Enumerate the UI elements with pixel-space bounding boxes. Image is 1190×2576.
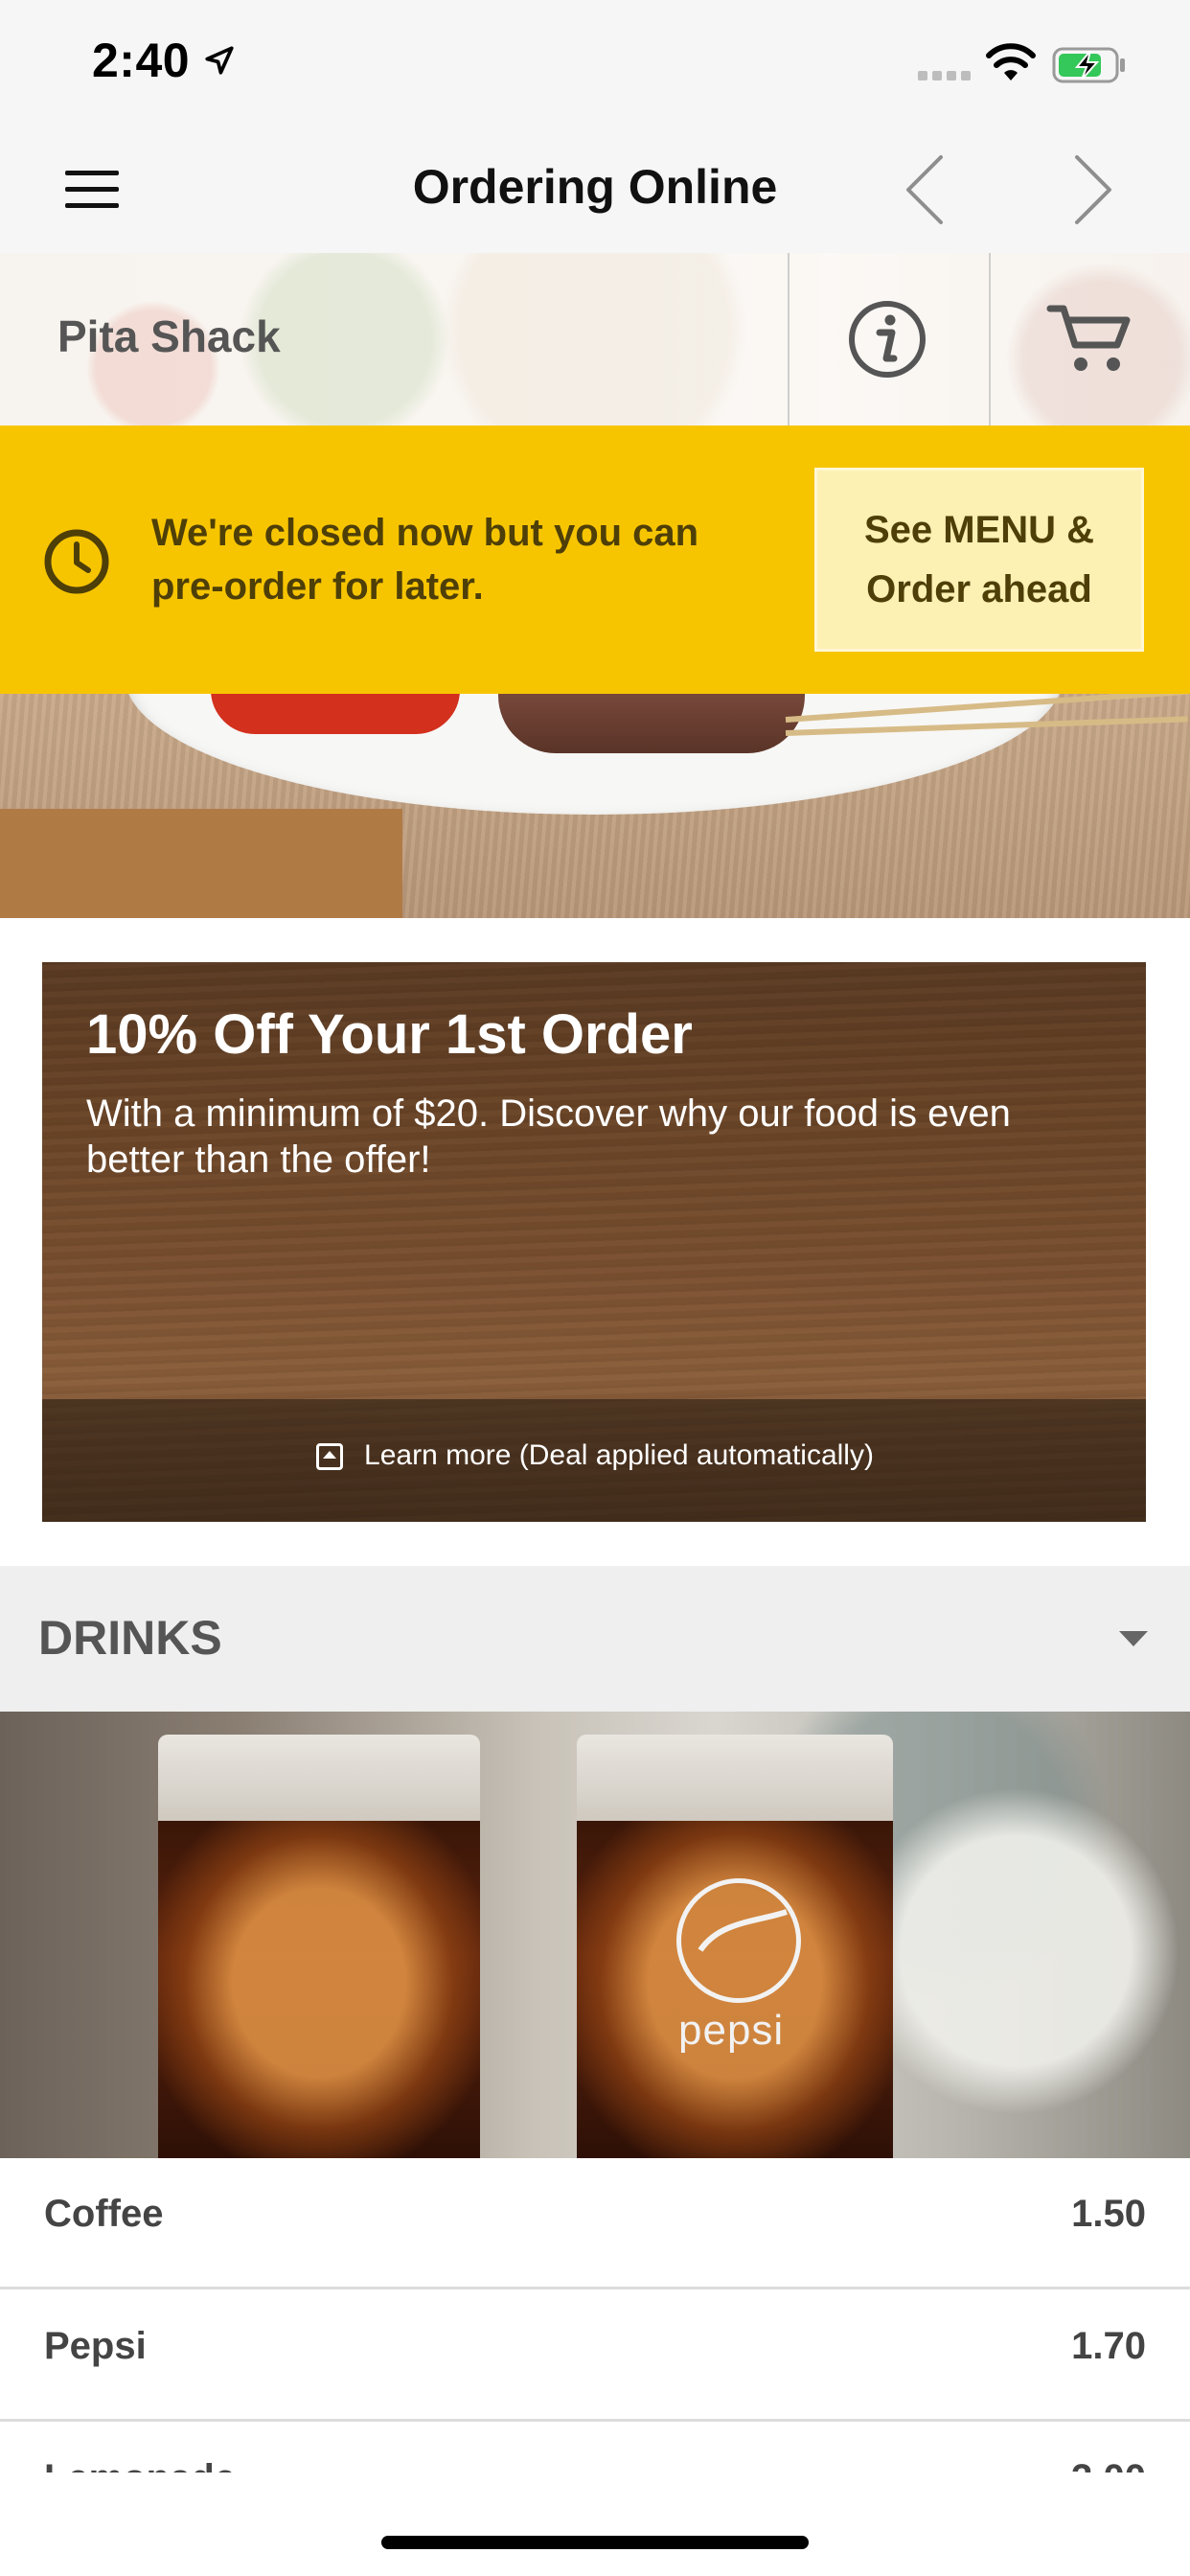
info-icon[interactable] [847,299,927,380]
menu-item-row[interactable] [0,2158,1190,2288]
learn-more-link[interactable]: Learn more (Deal applied automatically) [0,1439,1190,1472]
menu-item-name: Coffee [44,2193,164,2235]
kebab [498,686,805,753]
menu-item-price: 1.70 [1071,2325,1146,2367]
home-indicator[interactable] [381,2536,809,2549]
pepsi-logo-icon [676,1878,801,2003]
status-time: 2:40 [92,34,191,87]
header-divider [989,253,991,426]
menu-item-price: 1.50 [1071,2193,1146,2235]
pepsi-wordmark: pepsi [678,2007,785,2054]
button-label-line1: See MENU & [863,509,1095,551]
restaurant-name: Pita Shack [57,311,281,361]
row-divider [0,2287,1190,2289]
closed-message: We're closed now but you can pre-order f… [151,512,699,608]
shopping-cart-icon[interactable] [1046,301,1133,376]
menu-item-row[interactable] [0,2290,1190,2421]
menu-item-name: Pepsi [44,2325,147,2367]
tomato-slice [211,690,460,734]
back-arrow-icon[interactable] [899,151,952,228]
promo-description: With a minimum of $20. Discover why our … [86,1092,1011,1181]
bottom-safe-area [0,2472,1190,2576]
expand-up-icon [316,1443,344,1470]
location-arrow-icon [205,46,234,75]
see-menu-order-ahead-button[interactable]: See MENU & Order ahead [814,468,1144,652]
category-title: DRINKS [38,1611,222,1665]
chevron-down-icon[interactable] [1119,1631,1148,1646]
button-label-line2: Order ahead [866,568,1092,610]
promo-title: 10% Off Your 1st Order [86,1003,693,1066]
clock-icon [44,529,109,594]
wifi-icon [986,43,1036,80]
battery-charging-icon [1052,47,1125,83]
cellular-signal-icon [918,71,971,80]
learn-more-label: Learn more (Deal applied automatically) [364,1439,874,1471]
header-divider [788,253,790,426]
forward-arrow-icon[interactable] [1065,151,1119,228]
page-title: Ordering Online [412,160,778,214]
row-divider [0,2419,1190,2422]
cola-glass [158,1735,480,2158]
